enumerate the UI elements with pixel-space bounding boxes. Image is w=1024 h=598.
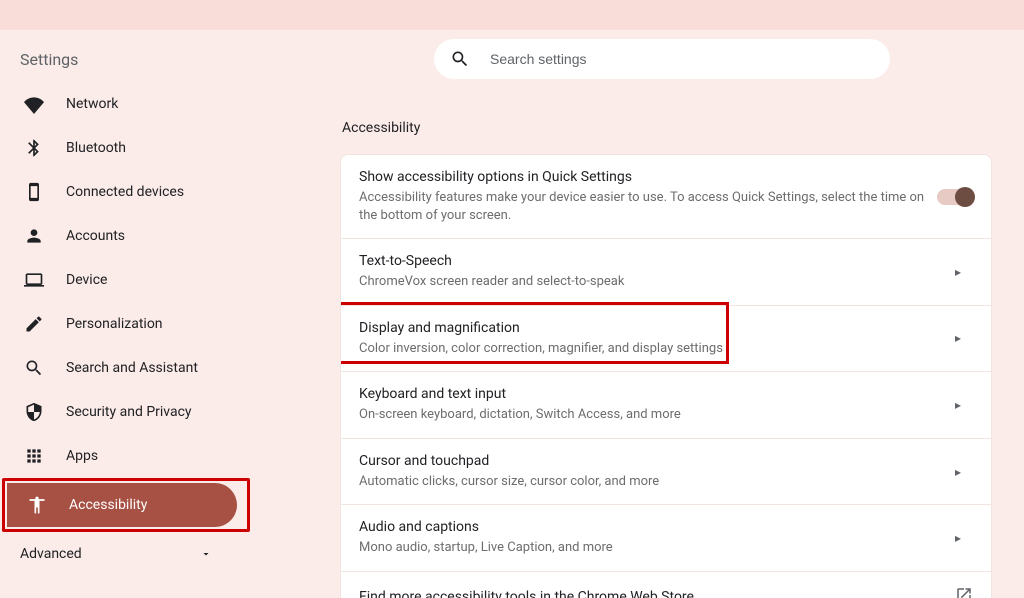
phone-icon xyxy=(24,182,44,202)
bluetooth-icon xyxy=(24,138,44,158)
row-audio-captions[interactable]: Audio and captions Mono audio, startup, … xyxy=(341,504,991,571)
advanced-label: Advanced xyxy=(20,546,82,562)
row-cursor-touchpad[interactable]: Cursor and touchpad Automatic clicks, cu… xyxy=(341,438,991,505)
top-accent-bar xyxy=(0,0,1024,30)
sidebar-item-label: Search and Assistant xyxy=(66,360,198,376)
shield-icon xyxy=(24,402,44,422)
row-subtitle: Mono audio, startup, Live Caption, and m… xyxy=(359,539,943,557)
search-icon xyxy=(450,49,470,69)
row-title: Find more accessibility tools in the Chr… xyxy=(359,589,943,598)
open-external-icon xyxy=(955,586,973,598)
row-title: Display and magnification xyxy=(359,320,943,336)
sidebar-item-device[interactable]: Device xyxy=(0,258,260,302)
search-wrap xyxy=(320,39,1004,79)
chevron-right-icon: ▸ xyxy=(955,398,973,412)
sidebar-item-label: Bluetooth xyxy=(66,140,126,156)
sidebar-item-security-privacy[interactable]: Security and Privacy xyxy=(0,390,260,434)
row-subtitle: Color inversion, color correction, magni… xyxy=(359,340,943,358)
sidebar-item-label: Connected devices xyxy=(66,184,184,200)
page-title: Accessibility xyxy=(342,120,992,136)
row-subtitle: ChromeVox screen reader and select-to-sp… xyxy=(359,273,943,291)
chevron-right-icon: ▸ xyxy=(955,331,973,345)
row-display-magnification[interactable]: Display and magnification Color inversio… xyxy=(341,305,991,372)
sidebar-item-connected-devices[interactable]: Connected devices xyxy=(0,170,260,214)
laptop-icon xyxy=(24,270,44,290)
sidebar-item-label: Network xyxy=(66,96,118,112)
sidebar-item-label: Accounts xyxy=(66,228,125,244)
sidebar-item-label: Accessibility xyxy=(69,497,147,513)
row-quick-settings-toggle[interactable]: Show accessibility options in Quick Sett… xyxy=(341,155,991,238)
row-keyboard-text-input[interactable]: Keyboard and text input On-screen keyboa… xyxy=(341,371,991,438)
chevron-right-icon: ▸ xyxy=(955,265,973,279)
sidebar-item-apps[interactable]: Apps xyxy=(0,434,260,478)
main-content: Accessibility Show accessibility options… xyxy=(260,88,1024,598)
wifi-icon xyxy=(24,94,44,114)
sidebar-item-label: Device xyxy=(66,272,107,288)
settings-card: Show accessibility options in Quick Sett… xyxy=(340,154,992,598)
sidebar-item-label: Apps xyxy=(66,448,98,464)
row-title: Text-to-Speech xyxy=(359,253,943,269)
apps-icon xyxy=(24,446,44,466)
sidebar-item-network[interactable]: Network xyxy=(0,88,260,126)
chevron-right-icon: ▸ xyxy=(955,531,973,545)
chevron-down-icon xyxy=(200,544,212,564)
row-subtitle: Accessibility features make your device … xyxy=(359,189,925,224)
person-icon xyxy=(24,226,44,246)
row-title: Cursor and touchpad xyxy=(359,453,943,469)
row-title: Keyboard and text input xyxy=(359,386,943,402)
sidebar: Network Bluetooth Connected devices Acco… xyxy=(0,88,260,598)
sidebar-item-accounts[interactable]: Accounts xyxy=(0,214,260,258)
row-subtitle: On-screen keyboard, dictation, Switch Ac… xyxy=(359,406,943,424)
sidebar-item-bluetooth[interactable]: Bluetooth xyxy=(0,126,260,170)
row-title: Audio and captions xyxy=(359,519,943,535)
sidebar-item-accessibility[interactable]: Accessibility xyxy=(7,483,237,527)
row-subtitle: Automatic clicks, cursor size, cursor co… xyxy=(359,473,943,491)
search-icon xyxy=(24,358,44,378)
search-box[interactable] xyxy=(434,39,890,79)
sidebar-item-label: Personalization xyxy=(66,316,163,332)
row-web-store-link[interactable]: Find more accessibility tools in the Chr… xyxy=(341,571,991,598)
sidebar-highlight-annotation: Accessibility xyxy=(2,478,250,532)
app-title: Settings xyxy=(20,50,320,69)
search-input[interactable] xyxy=(490,51,874,67)
sidebar-item-label: Security and Privacy xyxy=(66,404,192,420)
accessibility-icon xyxy=(27,495,47,515)
row-title: Show accessibility options in Quick Sett… xyxy=(359,169,925,185)
row-text-to-speech[interactable]: Text-to-Speech ChromeVox screen reader a… xyxy=(341,238,991,305)
toggle-switch[interactable] xyxy=(937,189,973,205)
edit-icon xyxy=(24,314,44,334)
header: Settings xyxy=(0,30,1024,88)
sidebar-advanced[interactable]: Advanced xyxy=(0,532,260,576)
chevron-right-icon: ▸ xyxy=(955,465,973,479)
sidebar-item-search-assistant[interactable]: Search and Assistant xyxy=(0,346,260,390)
sidebar-item-personalization[interactable]: Personalization xyxy=(0,302,260,346)
